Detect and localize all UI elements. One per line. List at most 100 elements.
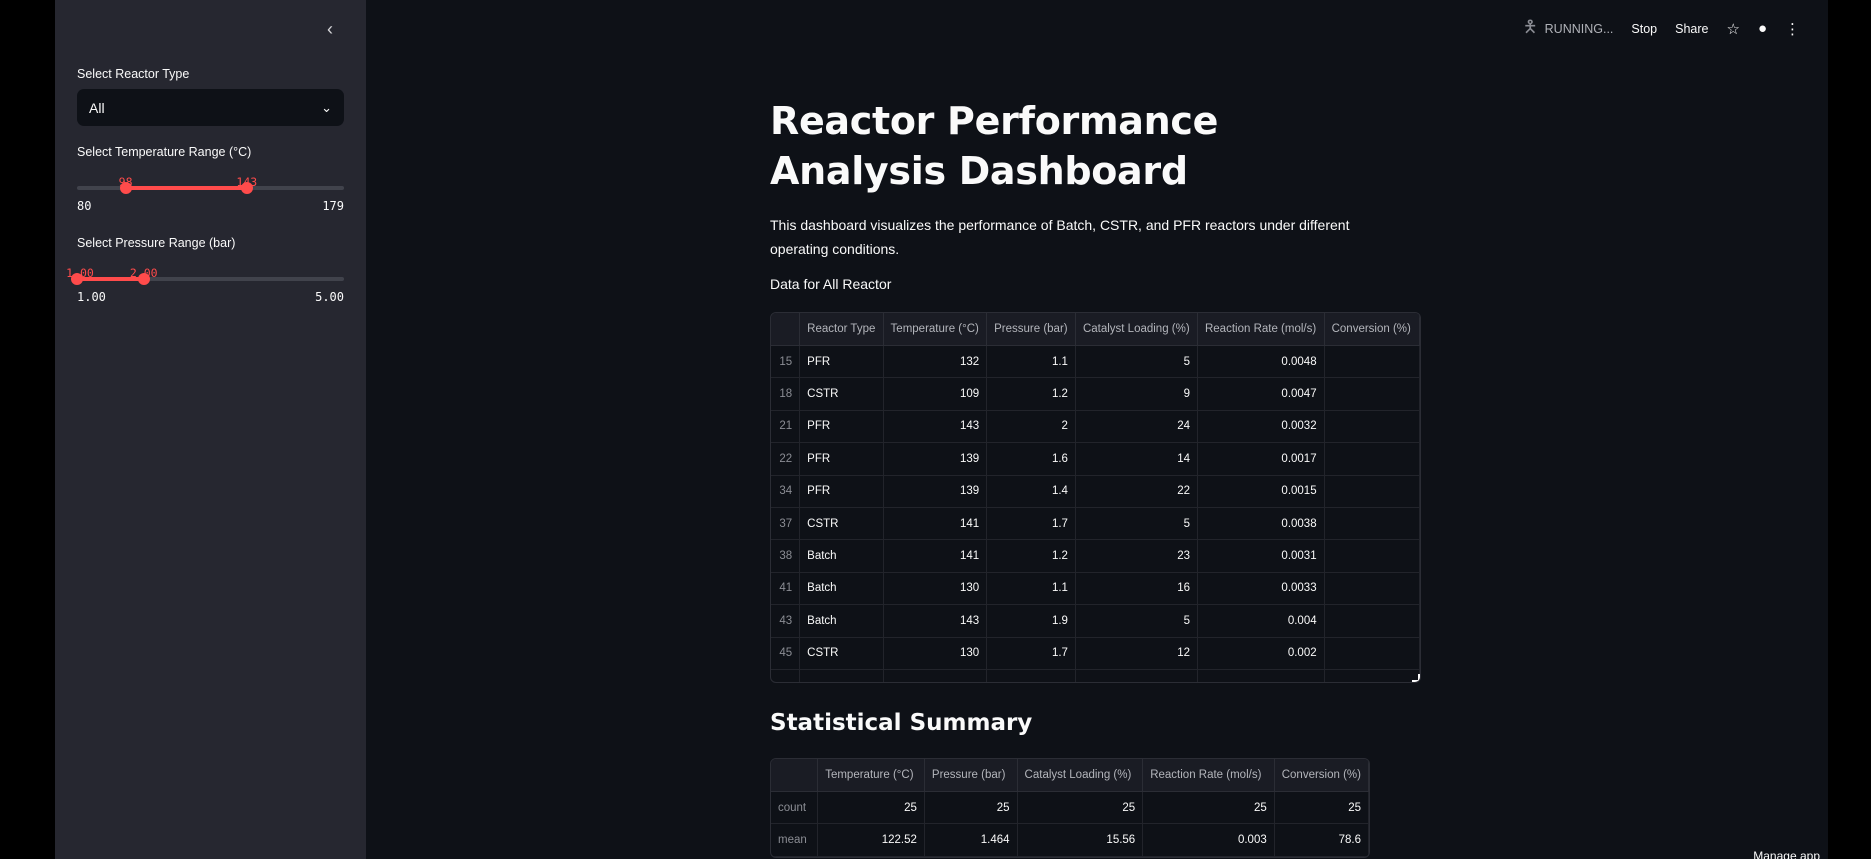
table-row[interactable]: 41 Batch 130 1.1 16 0.0033 xyxy=(771,572,1420,606)
manage-app-button[interactable]: Manage app xyxy=(1753,849,1820,859)
row-index: 34 xyxy=(771,475,801,508)
page-description: This dashboard visualizes the performanc… xyxy=(770,217,1350,257)
table-cell: 141 xyxy=(883,507,988,541)
table-row[interactable]: 15 PFR 132 1.1 5 0.0048 xyxy=(771,345,1420,379)
table-cell: 1.1 xyxy=(986,572,1076,606)
column-header[interactable]: Catalyst Loading (%) xyxy=(1017,759,1144,792)
row-index: 43 xyxy=(771,604,801,638)
github-icon[interactable]: ● xyxy=(1758,20,1767,37)
table-cell xyxy=(1324,410,1420,444)
table-cell: 0.0033 xyxy=(1197,572,1325,606)
column-header[interactable]: Pressure (bar) xyxy=(986,313,1076,346)
table-cell: 130 xyxy=(883,637,988,670)
row-index: 15 xyxy=(771,345,801,379)
resize-handle[interactable] xyxy=(1412,674,1420,682)
slider-high-value: 2.00 xyxy=(129,266,158,280)
table-cell: 25 xyxy=(1274,791,1369,825)
table-cell: 25 xyxy=(1017,791,1144,825)
temperature-range-slider[interactable]: 98 143 80 179 xyxy=(77,172,344,213)
table-cell: 143 xyxy=(883,604,988,638)
slider-fill xyxy=(125,186,247,190)
table-row[interactable]: count 25 25 25 25 25 xyxy=(771,791,1369,825)
table-cell xyxy=(1324,539,1420,573)
column-header[interactable] xyxy=(771,313,801,346)
table-cell: 0.002 xyxy=(1197,637,1325,670)
table-cell: 1.9 xyxy=(986,604,1076,638)
data-table[interactable]: Reactor Type Temperature (°C) Pressure (ba… xyxy=(770,312,1421,683)
row-index: count xyxy=(771,791,819,825)
row-index: mean xyxy=(771,823,819,857)
pressure-range-slider[interactable]: 1.00 2.00 1.00 5.00 xyxy=(66,263,344,304)
table-row[interactable]: mean 122.52 1.464 15.56 0.003 78.6 xyxy=(771,823,1369,857)
table-cell: 24 xyxy=(1075,410,1198,444)
table-row xyxy=(771,669,1420,682)
summary-table[interactable]: Temperature (°C) Pressure (bar) Catalyst L… xyxy=(770,758,1370,858)
column-header[interactable]: Conversion (%) xyxy=(1324,313,1420,346)
table-row[interactable]: 38 Batch 141 1.2 23 0.0031 xyxy=(771,539,1420,573)
table-cell: 22 xyxy=(1075,475,1198,508)
table-cell xyxy=(883,669,988,682)
column-header[interactable]: Catalyst Loading (%) xyxy=(1075,313,1198,346)
slider-max-label: 5.00 xyxy=(315,290,344,304)
table-cell: CSTR xyxy=(799,507,884,541)
table-cell: 130 xyxy=(883,572,988,606)
star-icon[interactable]: ☆ xyxy=(1726,20,1739,38)
slider-thumb-low[interactable]: 98 xyxy=(119,175,133,194)
table-cell: 139 xyxy=(883,442,988,476)
table-row[interactable]: 34 PFR 139 1.4 22 0.0015 xyxy=(771,475,1420,508)
table-row[interactable]: 21 PFR 143 2 24 0.0032 xyxy=(771,410,1420,444)
reactor-type-label: Select Reactor Type xyxy=(77,67,190,81)
chevron-left-icon[interactable]: ‹ xyxy=(317,16,343,42)
slider-thumb-high[interactable]: 2.00 xyxy=(130,266,158,285)
table-cell xyxy=(1197,669,1325,682)
column-header[interactable]: Reaction Rate (mol/s) xyxy=(1142,759,1275,792)
table-cell xyxy=(771,669,801,682)
table-row[interactable]: 22 PFR 139 1.6 14 0.0017 xyxy=(771,442,1420,476)
table-cell: 25 xyxy=(924,791,1018,825)
running-status: 🯅 RUNNING... xyxy=(1523,14,1614,43)
reactor-type-select[interactable]: All ⌄ xyxy=(77,89,344,126)
column-header[interactable]: Pressure (bar) xyxy=(924,759,1018,792)
table-cell: 0.0047 xyxy=(1197,377,1325,411)
row-index: 37 xyxy=(771,507,801,541)
table-cell xyxy=(799,669,884,682)
table-row[interactable]: 43 Batch 143 1.9 5 0.004 xyxy=(771,604,1420,638)
temperature-range-label: Select Temperature Range (°C) xyxy=(77,145,252,159)
table-cell xyxy=(1075,669,1198,682)
slider-low-value: 1.00 xyxy=(66,266,94,280)
row-index: 18 xyxy=(771,377,801,411)
column-header[interactable]: Temperature (°C) xyxy=(817,759,925,792)
table-row[interactable]: 18 CSTR 109 1.2 9 0.0047 xyxy=(771,377,1420,411)
table-cell xyxy=(1324,377,1420,411)
slider-thumb-low[interactable]: 1.00 xyxy=(66,266,94,285)
table-cell: 143 xyxy=(883,410,988,444)
slider-min-label: 1.00 xyxy=(77,290,106,304)
stop-button[interactable]: Stop xyxy=(1631,22,1657,36)
table-cell xyxy=(1324,637,1420,670)
slider-thumb-high[interactable]: 143 xyxy=(236,175,257,194)
column-header[interactable]: Reaction Rate (mol/s) xyxy=(1197,313,1325,346)
table-cell xyxy=(1324,669,1420,682)
table-cell: 1.1 xyxy=(986,345,1076,379)
table-cell: 2 xyxy=(986,410,1076,444)
table-cell: CSTR xyxy=(799,377,884,411)
column-header[interactable]: Conversion (%) xyxy=(1274,759,1369,792)
row-index: 21 xyxy=(771,410,801,444)
slider-max-label: 179 xyxy=(322,199,344,213)
share-button[interactable]: Share xyxy=(1675,22,1708,36)
column-header[interactable] xyxy=(771,759,819,792)
chevron-down-icon: ⌄ xyxy=(321,99,332,115)
slider-min-label: 80 xyxy=(77,199,92,213)
table-cell: 12 xyxy=(1075,637,1198,670)
table-cell: 1.7 xyxy=(986,507,1076,541)
column-header[interactable]: Temperature (°C) xyxy=(883,313,988,346)
row-index: 38 xyxy=(771,539,801,573)
table-row[interactable]: 45 CSTR 130 1.7 12 0.002 xyxy=(771,637,1420,670)
running-text: RUNNING... xyxy=(1544,21,1614,36)
column-header[interactable]: Reactor Type xyxy=(799,313,884,346)
table-cell: CSTR xyxy=(799,637,884,670)
table-row[interactable]: 37 CSTR 141 1.7 5 0.0038 xyxy=(771,507,1420,541)
table-cell: 23 xyxy=(1075,539,1198,573)
table-cell: 15.56 xyxy=(1017,823,1144,857)
more-vertical-icon[interactable]: ⋮ xyxy=(1785,20,1800,38)
